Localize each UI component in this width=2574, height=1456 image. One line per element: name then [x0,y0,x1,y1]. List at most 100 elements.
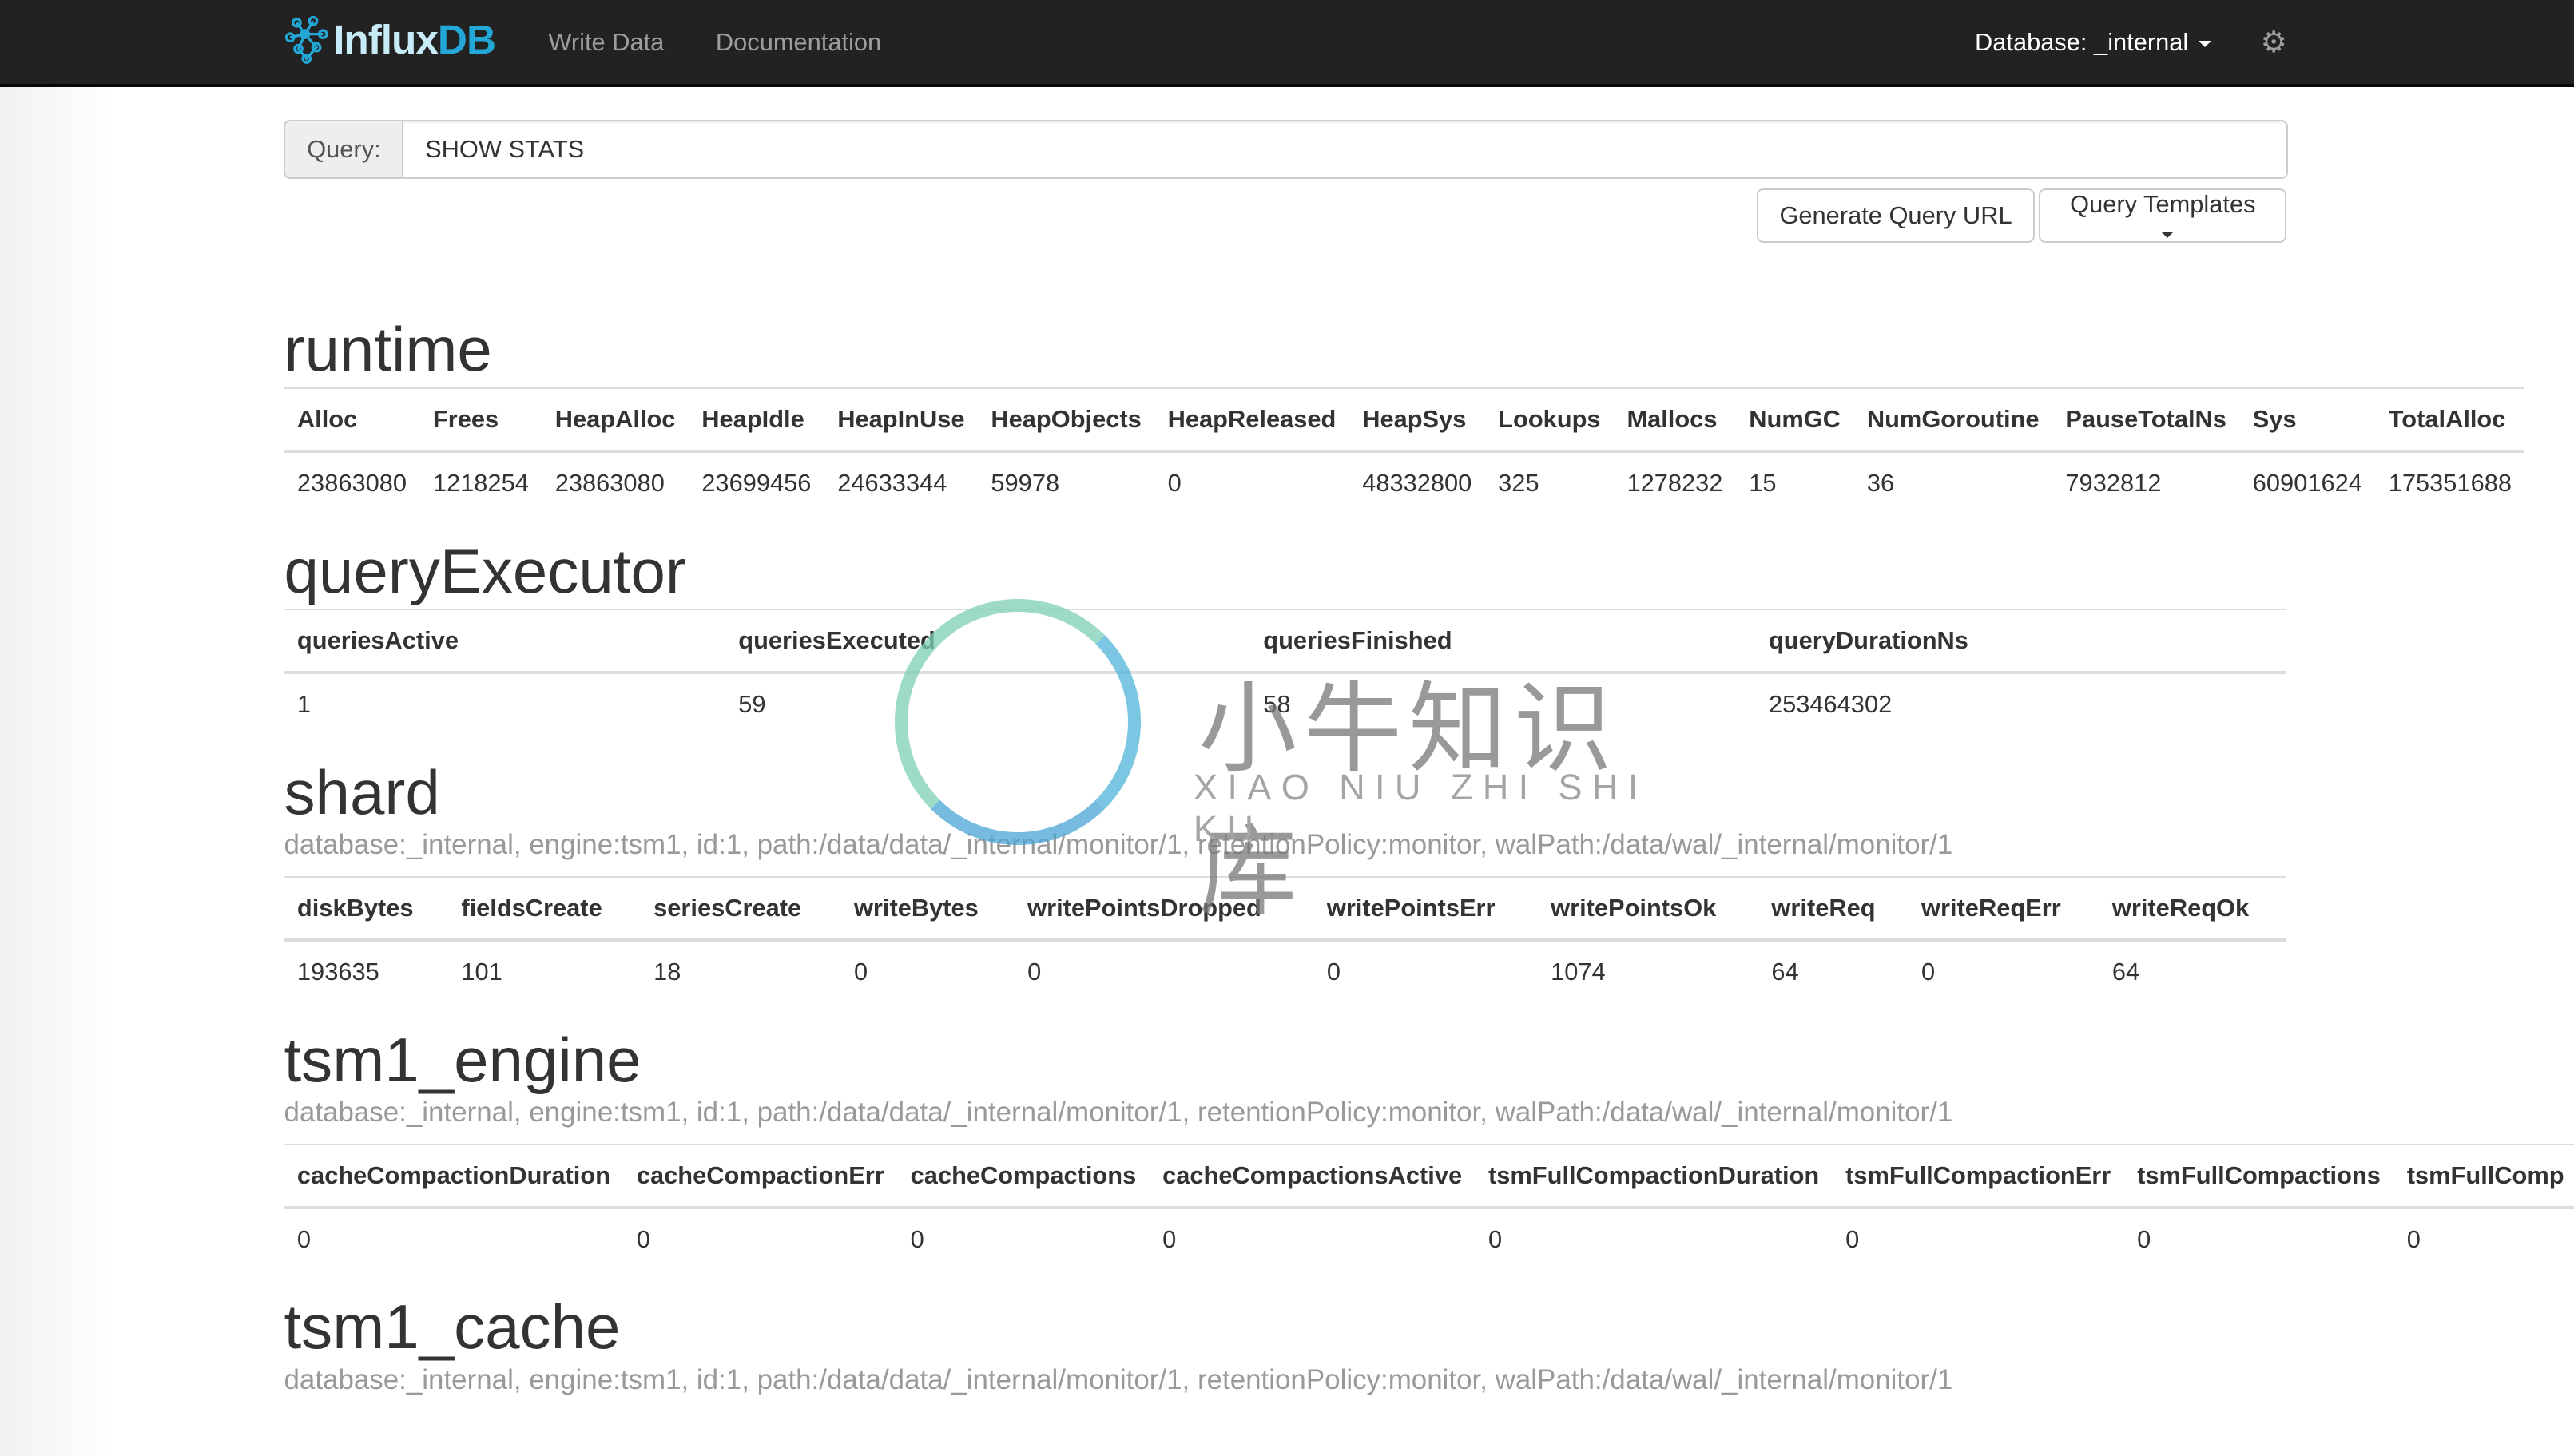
column-header: NumGC [1735,387,1854,453]
column-header: HeapIdle [688,387,824,453]
column-header: writeReqOk [2099,875,2287,942]
table-cell: 23699456 [688,450,824,514]
table-cell: 0 [897,1206,1150,1270]
section-tsm1-cache: tsm1_cache database:_internal, engine:tsm… [284,1289,2574,1398]
column-header: cacheCompactionErr [623,1143,898,1209]
column-header: cacheCompactions [897,1143,1150,1209]
section-tags: database:_internal, engine:tsm1, id:1, p… [284,1363,1953,1395]
table-cell: 325 [1484,450,1614,514]
table-cell: 0 [840,938,1015,1002]
column-header: writePointsDropped [1014,875,1314,942]
table-cell: 0 [1475,1206,1833,1270]
query-label: Query: [285,121,404,177]
table-cell: 23863080 [542,450,689,514]
section-title: tsm1_engine [284,1024,642,1095]
section-runtime: runtime Alloc Frees HeapAlloc HeapIdle HeapIn… [284,311,2574,514]
table-row: 1 59 58 253464302 [284,672,2287,736]
column-header: writePointsOk [1537,875,1758,942]
table-cell: 58 [1249,672,1756,736]
column-header: queriesFinished [1249,609,1756,675]
column-header: HeapAlloc [542,387,689,453]
column-header: seriesCreate [640,875,841,942]
column-header: cacheCompactionDuration [284,1143,624,1209]
table-cell: 193635 [284,938,448,1002]
database-dropdown[interactable]: Database: _internal [1975,28,2211,57]
section-tags: database:_internal, engine:tsm1, id:1, p… [284,829,1953,861]
table-cell: 1278232 [1614,450,1736,514]
caret-down-icon [2198,40,2211,47]
section-title: tsm1_cache [284,1291,621,1363]
table-cell: 60901624 [2239,450,2376,514]
influxdb-logo[interactable]: Influx DB [284,14,496,65]
table-cell: 36 [1853,450,2052,514]
column-header: diskBytes [284,875,448,942]
table-cell: 0 [1149,1206,1476,1270]
table-cell: 64 [1758,938,1909,1002]
influxdb-logo-icon [285,16,329,65]
column-header: HeapSys [1349,387,1485,453]
column-header: fieldsCreate [447,875,641,942]
column-header: Alloc [284,387,420,453]
column-header: TotalAlloc [2375,387,2525,453]
database-label: Database: _internal [1975,27,2189,56]
table-cell: 23863080 [284,450,420,514]
query-input-group: Query: [284,120,2289,179]
column-header: cacheCompactionsActive [1149,1143,1476,1209]
gear-icon[interactable]: ⚙ [2261,25,2287,59]
logo-text-influx: Influx [333,16,439,63]
table-cell: 24633344 [824,450,978,514]
caret-down-icon [2161,232,2175,238]
section-tsm1-engine: tsm1_engine database:_internal, engine:ts… [284,1022,2574,1270]
section-queryexecutor: queryExecutor queriesActive queriesExecute… [284,534,2574,736]
section-title: shard [284,756,440,827]
generate-query-url-button[interactable]: Generate Query URL [1756,188,2036,244]
table-cell: 0 [2393,1206,2574,1270]
column-header: writePointsErr [1313,875,1538,942]
column-header: PauseTotalNs [2052,387,2240,453]
query-templates-label: Query Templates [2070,190,2256,219]
table-header-row: diskBytes fieldsCreate seriesCreate writeBy… [284,875,2287,942]
stats-table: diskBytes fieldsCreate seriesCreate writeBy… [284,875,2287,1002]
column-header: tsmFullComp [2393,1143,2574,1209]
table-cell: 1074 [1537,938,1758,1002]
table-cell: 101 [447,938,641,1002]
table-row: 00000000 [284,1206,2574,1270]
table-cell: 64 [2099,938,2287,1002]
table-cell: 0 [1908,938,2099,1002]
column-header: writeReq [1758,875,1909,942]
section-title: runtime [284,314,492,385]
table-cell: 1218254 [419,450,542,514]
column-header: queryDurationNs [1755,609,2287,675]
table-cell: 59978 [977,450,1155,514]
table-cell: 0 [1014,938,1314,1002]
query-input[interactable] [403,121,2287,177]
column-header: HeapReleased [1154,387,1349,453]
column-header: queriesActive [284,609,725,675]
table-cell: 15 [1735,450,1854,514]
navbar: Influx DB Write Data Documentation Databa… [0,0,2574,87]
column-header: HeapObjects [977,387,1155,453]
section-tags: database:_internal, engine:tsm1, id:1, p… [284,1097,1953,1129]
table-cell: 59 [725,672,1250,736]
table-cell: 7932812 [2052,450,2240,514]
table-header-row: cacheCompactionDuration cacheCompactionEr… [284,1143,2574,1209]
stats-table: cacheCompactionDuration cacheCompactionEr… [284,1143,2574,1270]
nav-write-data[interactable]: Write Data [548,28,664,57]
table-cell: 1 [284,672,725,736]
stats-results: runtime Alloc Frees HeapAlloc HeapIdle HeapIn… [284,311,2574,1410]
table-header-row: queriesActive queriesExecuted queriesFinis… [284,609,2287,675]
column-header: tsmFullCompactions [2123,1143,2394,1209]
column-header: NumGoroutine [1853,387,2052,453]
column-header: Frees [419,387,542,453]
table-cell: 0 [2123,1206,2394,1270]
nav-documentation[interactable]: Documentation [716,28,881,57]
page-gutter [0,85,115,1456]
column-header: tsmFullCompactionErr [1832,1143,2124,1209]
column-header: writeReqErr [1908,875,2099,942]
query-templates-button[interactable]: Query Templates [2039,188,2287,244]
column-header: queriesExecuted [725,609,1250,675]
table-cell: 0 [1154,450,1349,514]
column-header: Lookups [1484,387,1614,453]
table-cell: 0 [284,1206,624,1270]
logo-text-db: DB [437,16,496,63]
